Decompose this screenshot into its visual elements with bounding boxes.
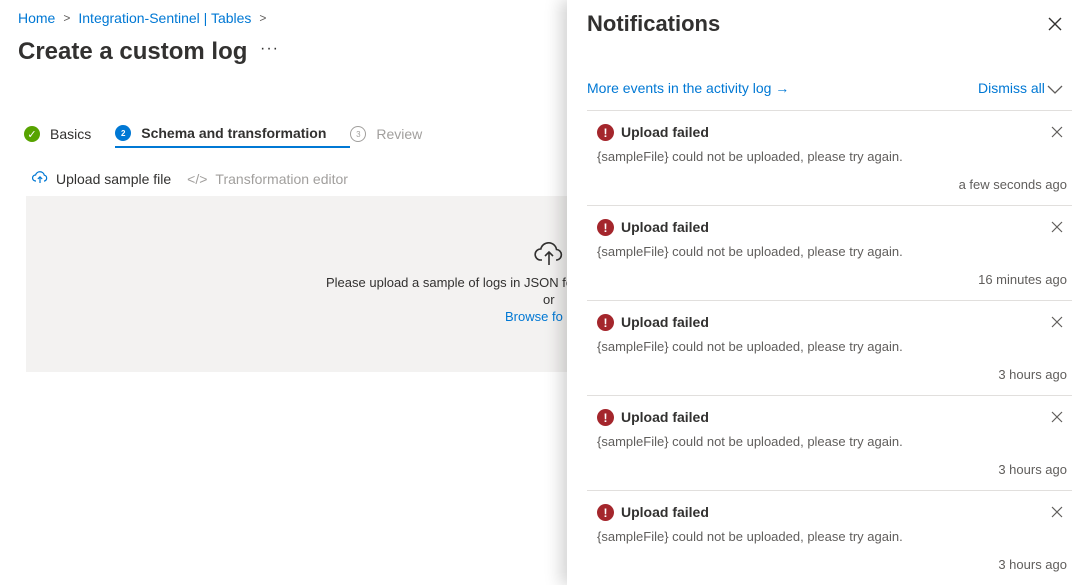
notification-title: Upload failed xyxy=(621,409,709,425)
upload-sample-file-label: Upload sample file xyxy=(56,170,172,187)
notification-title: Upload failed xyxy=(621,314,709,330)
portal-page: Home > Integration-Sentinel | Tables > C… xyxy=(0,0,1082,585)
code-icon: </> xyxy=(187,170,208,187)
notification-timestamp: 16 minutes ago xyxy=(978,272,1067,287)
dropzone-instruction: Please upload a sample of logs in JSON f… xyxy=(326,275,574,290)
notification-timestamp: a few seconds ago xyxy=(958,177,1067,192)
browse-files-link[interactable]: Browse fo xyxy=(505,309,563,324)
breadcrumb-workspace-link[interactable]: Integration-Sentinel | Tables xyxy=(78,10,251,26)
notification-message: {sampleFile} could not be uploaded, plea… xyxy=(597,434,903,449)
notifications-title: Notifications xyxy=(587,11,721,36)
notification-item[interactable]: ! Upload failed {sampleFile} could not b… xyxy=(587,490,1072,585)
more-options-button[interactable]: ··· xyxy=(260,40,279,58)
step-number-badge: 2 xyxy=(115,125,132,141)
transformation-editor-label: Transformation editor xyxy=(215,170,348,187)
checkmark-icon: ✓ xyxy=(24,126,40,142)
step-review[interactable]: 3 Review xyxy=(350,120,446,148)
error-icon: ! xyxy=(597,124,614,141)
step-number-badge: 3 xyxy=(350,126,367,142)
close-icon[interactable] xyxy=(1051,410,1063,423)
close-icon[interactable] xyxy=(1051,505,1063,518)
cloud-upload-icon xyxy=(32,170,48,187)
file-dropzone[interactable]: Please upload a sample of logs in JSON f… xyxy=(26,196,586,372)
upload-sample-file-button[interactable]: Upload sample file xyxy=(32,170,171,187)
notification-title: Upload failed xyxy=(621,219,709,235)
notification-timestamp: 3 hours ago xyxy=(998,557,1067,572)
step-label: Basics xyxy=(50,126,92,142)
notification-message: {sampleFile} could not be uploaded, plea… xyxy=(597,339,903,354)
error-icon: ! xyxy=(597,314,614,331)
notification-item[interactable]: ! Upload failed {sampleFile} could not b… xyxy=(587,300,1072,395)
breadcrumb-home-link[interactable]: Home xyxy=(18,10,55,26)
notification-item[interactable]: ! Upload failed {sampleFile} could not b… xyxy=(587,205,1072,300)
notification-title: Upload failed xyxy=(621,504,709,520)
notification-title: Upload failed xyxy=(621,124,709,140)
dropzone-or: or xyxy=(543,292,555,307)
notification-item[interactable]: ! Upload failed {sampleFile} could not b… xyxy=(587,110,1072,205)
error-icon: ! xyxy=(597,504,614,521)
dismiss-all-button[interactable]: Dismiss all xyxy=(978,80,1045,96)
notification-timestamp: 3 hours ago xyxy=(998,367,1067,382)
close-icon[interactable] xyxy=(1051,315,1063,328)
close-icon[interactable] xyxy=(1051,125,1063,138)
chevron-right-icon: > xyxy=(259,11,267,25)
breadcrumb: Home > Integration-Sentinel | Tables > xyxy=(18,10,274,26)
page-title: Create a custom log xyxy=(18,38,248,65)
notification-message: {sampleFile} could not be uploaded, plea… xyxy=(597,244,903,259)
cloud-upload-icon xyxy=(534,240,564,271)
notification-timestamp: 3 hours ago xyxy=(998,462,1067,477)
close-icon[interactable] xyxy=(1051,220,1063,233)
notification-message: {sampleFile} could not be uploaded, plea… xyxy=(597,149,903,164)
chevron-down-icon[interactable] xyxy=(1047,82,1063,96)
step-label: Review xyxy=(376,126,423,142)
error-icon: ! xyxy=(597,409,614,426)
schema-toolbar: Upload sample file </> Transformation ed… xyxy=(32,170,364,187)
activity-log-link[interactable]: More events in the activity log → xyxy=(587,80,789,96)
step-label: Schema and transformation xyxy=(141,125,327,141)
chevron-right-icon: > xyxy=(63,11,71,25)
notification-item[interactable]: ! Upload failed {sampleFile} could not b… xyxy=(587,395,1072,490)
close-icon[interactable] xyxy=(1045,14,1065,34)
notifications-panel: Notifications More events in the activit… xyxy=(567,0,1082,585)
error-icon: ! xyxy=(597,219,614,236)
wizard-steps: ✓ Basics 2 Schema and transformation 3 R… xyxy=(24,120,446,148)
transformation-editor-button[interactable]: </> Transformation editor xyxy=(187,171,348,187)
step-basics[interactable]: ✓ Basics xyxy=(24,120,115,148)
step-schema-and-transformation[interactable]: 2 Schema and transformation xyxy=(115,120,351,148)
notification-message: {sampleFile} could not be uploaded, plea… xyxy=(597,529,903,544)
